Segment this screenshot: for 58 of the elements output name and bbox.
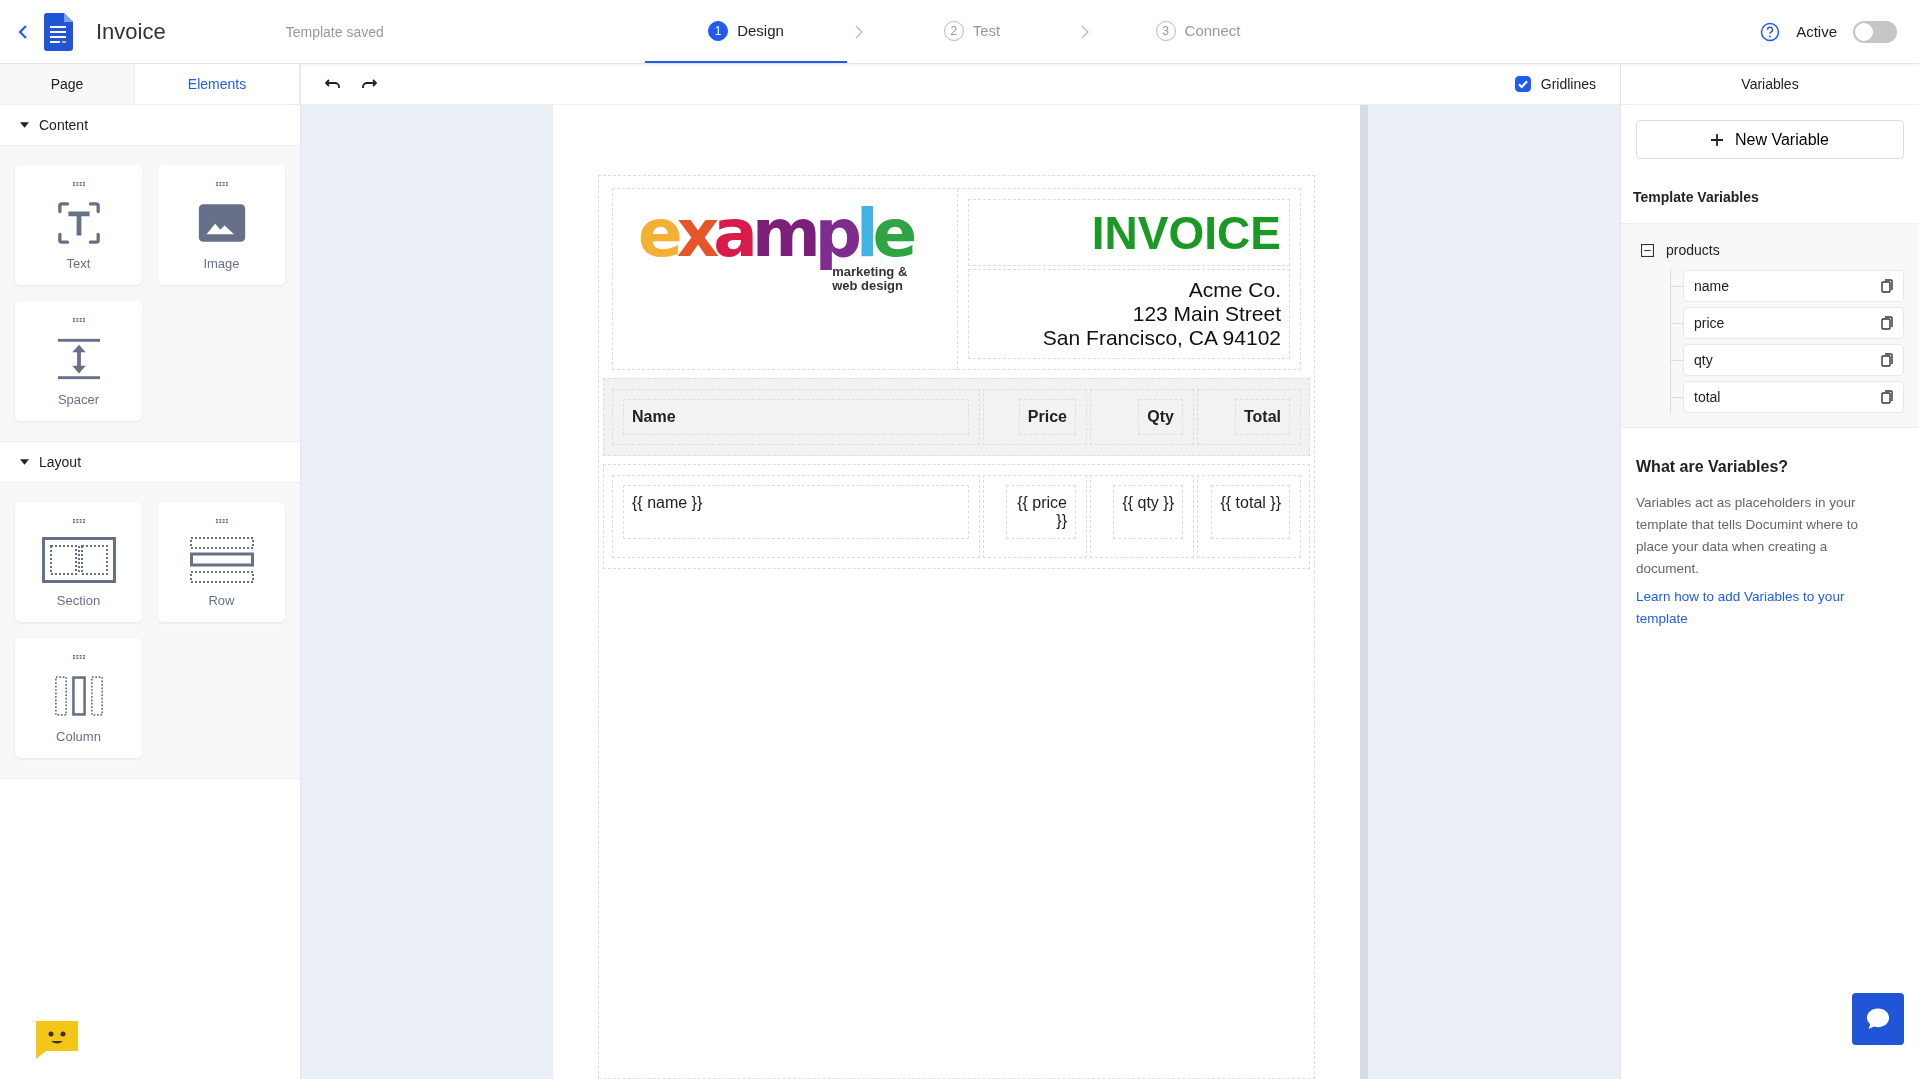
- undo-icon[interactable]: [325, 78, 341, 90]
- element-card[interactable]: Spacer: [15, 301, 142, 421]
- invoice-heading: INVOICE: [1091, 205, 1281, 260]
- variables-tab[interactable]: Variables: [1621, 64, 1919, 105]
- help-text: Variables act as placeholders in your template that tells Documint where to place your data when creating a document.: [1636, 494, 1860, 578]
- new-variable-button[interactable]: New Variable: [1636, 120, 1904, 159]
- column-header: Qty: [1138, 399, 1183, 435]
- element-card[interactable]: Image: [158, 165, 285, 285]
- panel-tab[interactable]: Page: [0, 64, 135, 104]
- help-link[interactable]: Learn how to add Variables to your template: [1636, 586, 1879, 630]
- grip-icon: [72, 318, 85, 322]
- column-header: Total: [1234, 399, 1290, 435]
- variable-item[interactable]: total: [1683, 381, 1904, 413]
- copy-icon[interactable]: [1881, 279, 1893, 293]
- grip-icon: [72, 182, 85, 186]
- grip-icon: [72, 655, 85, 659]
- column-header: Name: [623, 399, 969, 435]
- column-header: Price: [1018, 399, 1076, 435]
- variable-item[interactable]: price: [1683, 307, 1904, 339]
- chevron-icon: [1081, 24, 1089, 39]
- help-title: What are Variables?: [1636, 458, 1790, 476]
- scrollbar[interactable]: [1360, 105, 1368, 1079]
- collapse-icon[interactable]: [1641, 243, 1654, 257]
- variable-item[interactable]: name: [1683, 270, 1904, 302]
- address-line: Acme Co.: [1188, 278, 1281, 302]
- table-cell: {{ name }}: [623, 485, 969, 539]
- save-status: Template saved: [285, 23, 384, 40]
- template-title: Invoice: [96, 18, 166, 45]
- table-cell: {{ total }}: [1211, 485, 1290, 539]
- back-icon[interactable]: [18, 23, 28, 40]
- element-card[interactable]: Section: [15, 502, 142, 622]
- table-cell: {{ price }}: [1006, 485, 1076, 539]
- help-icon[interactable]: [1760, 21, 1781, 42]
- step-tab[interactable]: 1 Design: [645, 0, 847, 63]
- copy-icon[interactable]: [1881, 390, 1893, 404]
- element-card[interactable]: Text: [15, 165, 142, 285]
- redo-icon[interactable]: [361, 78, 377, 90]
- grip-icon: [72, 519, 85, 523]
- active-toggle[interactable]: [1853, 20, 1897, 43]
- address-line: 123 Main Street: [1132, 302, 1281, 326]
- address-line: San Francisco, CA 94102: [1042, 326, 1281, 350]
- grip-icon: [215, 519, 228, 523]
- document-icon: [42, 11, 74, 52]
- plus-icon: [1711, 133, 1723, 146]
- copy-icon[interactable]: [1881, 316, 1893, 330]
- variable-item[interactable]: qty: [1683, 344, 1904, 376]
- section-icon: [41, 537, 116, 583]
- gridlines-checkbox[interactable]: Gridlines: [1514, 76, 1596, 92]
- active-label: Active: [1796, 23, 1837, 40]
- grip-icon: [215, 182, 228, 186]
- chevron-icon: [855, 24, 863, 39]
- element-card[interactable]: Row: [158, 502, 285, 622]
- copy-icon[interactable]: [1881, 353, 1893, 367]
- chat-button[interactable]: [1852, 993, 1904, 1045]
- table-cell: {{ qty }}: [1113, 485, 1183, 539]
- tree-node[interactable]: products: [1641, 238, 1904, 262]
- column-icon: [54, 673, 103, 719]
- element-card[interactable]: Column: [15, 638, 142, 758]
